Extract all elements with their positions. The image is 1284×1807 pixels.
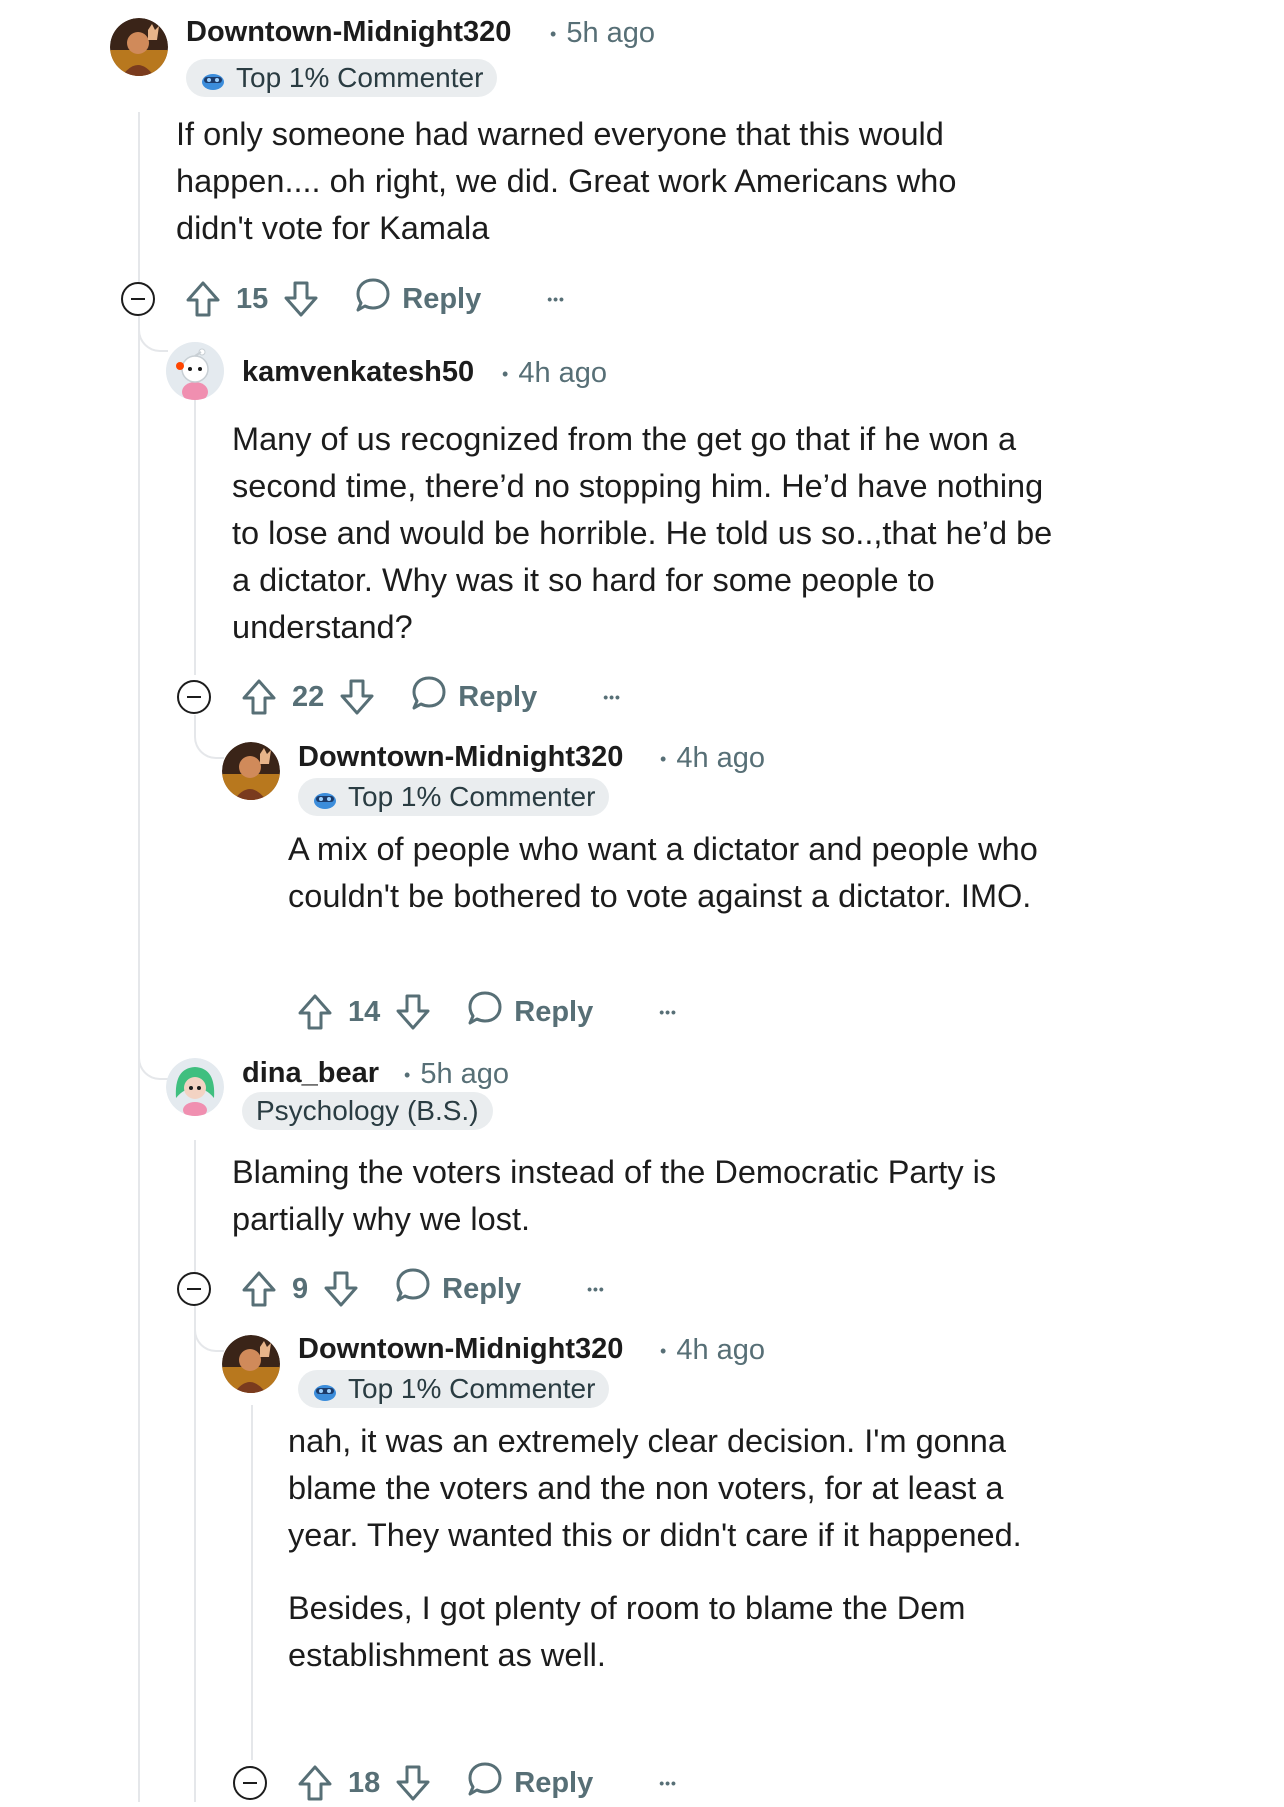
flair-emoji-icon — [312, 1376, 338, 1402]
thread-line-level2-b — [194, 1140, 196, 1802]
reply-button[interactable]: Reply — [466, 989, 593, 1035]
user-flair: Top 1% Commenter — [186, 59, 498, 97]
upvote-icon[interactable] — [240, 677, 278, 717]
comment-timestamp: • 5h ago — [550, 17, 655, 50]
more-options-icon[interactable]: ••• — [547, 291, 565, 307]
timestamp-text: 4h ago — [518, 357, 608, 389]
comment-actions: 9 Reply ••• — [240, 1265, 605, 1313]
comment-body: Blaming the voters instead of the Democr… — [232, 1149, 1062, 1243]
downvote-icon[interactable] — [338, 677, 376, 717]
flair-text: Top 1% Commenter — [348, 1373, 596, 1404]
reply-button[interactable]: Reply — [354, 276, 481, 322]
meta-separator: • — [404, 1064, 411, 1085]
comment-body: A mix of people who want a dictator and … — [288, 826, 1068, 920]
reply-bubble-icon — [466, 989, 504, 1035]
comment-username[interactable]: Downtown-Midnight320 — [186, 16, 511, 49]
vote-count: 14 — [348, 995, 381, 1028]
comment-paragraph: Blaming the voters instead of the Democr… — [232, 1154, 997, 1237]
thread-line-level3 — [251, 1405, 253, 1760]
reply-label: Reply — [402, 282, 482, 315]
vote-count: 18 — [348, 1766, 381, 1799]
comment-paragraph: Many of us recognized from the get go th… — [232, 421, 1053, 645]
more-options-icon[interactable]: ••• — [659, 1004, 677, 1020]
collapse-thread-icon[interactable] — [177, 1272, 211, 1306]
comment-actions: 18 Reply ••• — [296, 1759, 677, 1807]
reply-label: Reply — [442, 1272, 522, 1305]
downvote-icon[interactable] — [394, 992, 432, 1032]
timestamp-text: 5h ago — [420, 1058, 510, 1090]
flair-text: Top 1% Commenter — [348, 781, 596, 812]
avatar[interactable] — [110, 18, 168, 76]
flair-text: Top 1% Commenter — [236, 62, 484, 93]
comment-actions: 15 Reply ••• — [184, 275, 565, 323]
reply-button[interactable]: Reply — [466, 1760, 593, 1806]
thread-line-level1 — [138, 112, 140, 1802]
comment-username[interactable]: kamvenkatesh50 — [242, 356, 474, 389]
collapse-thread-icon[interactable] — [177, 680, 211, 714]
comment-actions: 14 Reply ••• — [296, 988, 677, 1036]
comment-body: If only someone had warned everyone that… — [176, 111, 1026, 252]
avatar[interactable] — [222, 1335, 280, 1393]
collapse-thread-icon[interactable] — [233, 1766, 267, 1800]
timestamp-text: 4h ago — [676, 1334, 766, 1366]
comment-actions: 22 Reply ••• — [240, 673, 621, 721]
vote-count: 22 — [292, 680, 325, 713]
comment-timestamp: • 4h ago — [660, 1334, 765, 1367]
reply-bubble-icon — [410, 674, 448, 720]
comment-username[interactable]: Downtown-Midnight320 — [298, 741, 623, 774]
meta-separator: • — [660, 748, 667, 769]
thread-line-level2-a — [194, 400, 196, 675]
comment-body: nah, it was an extremely clear decision.… — [288, 1418, 1068, 1679]
reply-label: Reply — [514, 995, 594, 1028]
reply-bubble-icon — [466, 1760, 504, 1806]
comment-username[interactable]: Downtown-Midnight320 — [298, 1333, 623, 1366]
upvote-icon[interactable] — [184, 279, 222, 319]
avatar[interactable] — [222, 742, 280, 800]
comment-body: Many of us recognized from the get go th… — [232, 416, 1062, 651]
comment-username[interactable]: dina_bear — [242, 1057, 379, 1090]
reply-bubble-icon — [354, 276, 392, 322]
comment-timestamp: • 4h ago — [502, 357, 607, 390]
reply-button[interactable]: Reply — [410, 674, 537, 720]
comment-paragraph: Besides, I got plenty of room to blame t… — [288, 1590, 966, 1673]
downvote-icon[interactable] — [394, 1763, 432, 1803]
downvote-icon[interactable] — [282, 279, 320, 319]
avatar[interactable] — [166, 1058, 224, 1116]
user-flair: Top 1% Commenter — [298, 778, 610, 816]
upvote-icon[interactable] — [296, 992, 334, 1032]
meta-separator: • — [660, 1340, 667, 1361]
reply-bubble-icon — [394, 1266, 432, 1312]
thread-elbow — [194, 715, 224, 759]
meta-separator: • — [550, 23, 557, 44]
comment-paragraph: A mix of people who want a dictator and … — [288, 831, 1038, 914]
vote-count: 15 — [236, 282, 269, 315]
flair-text: Psychology (B.S.) — [256, 1095, 479, 1126]
upvote-icon[interactable] — [296, 1763, 334, 1803]
thread-elbow — [138, 320, 168, 352]
user-flair: Psychology (B.S.) — [242, 1092, 493, 1130]
reply-label: Reply — [458, 680, 538, 713]
flair-emoji-icon — [200, 65, 226, 91]
upvote-icon[interactable] — [240, 1269, 278, 1309]
thread-elbow — [138, 1040, 168, 1080]
reply-button[interactable]: Reply — [394, 1266, 521, 1312]
comment-timestamp: • 4h ago — [660, 742, 765, 775]
more-options-icon[interactable]: ••• — [587, 1281, 605, 1297]
avatar[interactable] — [166, 342, 224, 400]
downvote-icon[interactable] — [322, 1269, 360, 1309]
more-options-icon[interactable]: ••• — [603, 689, 621, 705]
thread-elbow — [194, 1310, 224, 1352]
timestamp-text: 4h ago — [676, 742, 766, 774]
meta-separator: • — [502, 363, 509, 384]
comment-paragraph: nah, it was an extremely clear decision.… — [288, 1423, 1022, 1553]
vote-count: 9 — [292, 1272, 309, 1305]
comment-timestamp: • 5h ago — [404, 1058, 509, 1091]
timestamp-text: 5h ago — [566, 17, 656, 49]
flair-emoji-icon — [312, 784, 338, 810]
reply-label: Reply — [514, 1766, 594, 1799]
collapse-thread-icon[interactable] — [121, 282, 155, 316]
user-flair: Top 1% Commenter — [298, 1370, 610, 1408]
comment-paragraph: If only someone had warned everyone that… — [176, 116, 957, 246]
more-options-icon[interactable]: ••• — [659, 1775, 677, 1791]
